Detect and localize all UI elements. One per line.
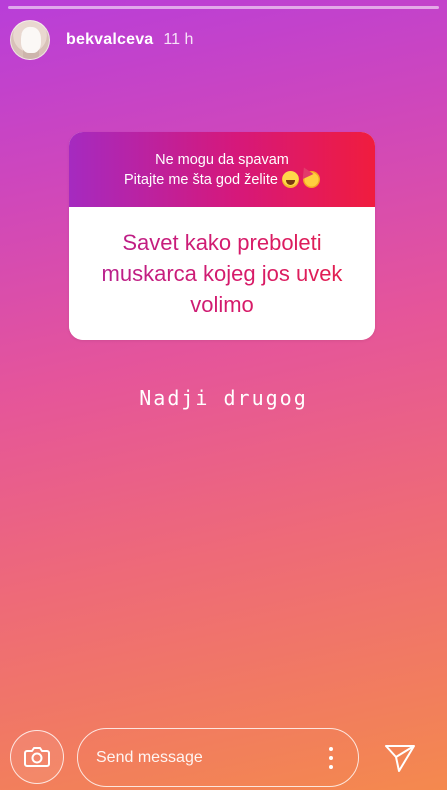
send-icon [385,745,415,772]
question-prompt-line2-row: Pitajte me šta god želite [124,170,320,190]
laughing-emoji-icon [281,171,299,188]
username[interactable]: bekvalceva [66,31,153,49]
avatar[interactable] [10,20,50,60]
question-sticker: Ne mogu da spavam Pitajte me šta god žel… [69,132,375,340]
post-time: 11 h [163,31,194,48]
camera-icon [24,747,50,767]
question-text: Savet kako preboleti muskarca kojeg jos … [89,227,355,320]
party-face-emoji-icon [302,171,320,188]
question-prompt-line2: Pitajte me šta god želite [124,171,278,188]
camera-button[interactable] [10,730,64,784]
story-header: bekvalceva 11 h [10,18,437,62]
more-vertical-icon[interactable] [328,746,334,769]
question-sticker-header: Ne mogu da spavam Pitajte me šta god žel… [69,132,375,207]
send-message-input[interactable]: Send message [77,728,359,787]
send-button[interactable] [380,740,420,776]
question-prompt-line1: Ne mogu da spavam [155,151,289,168]
answer-text: Nadji drugog [139,386,308,410]
send-message-placeholder: Send message [96,748,203,766]
question-sticker-body: Savet kako preboleti muskarca kojeg jos … [69,207,375,340]
story-progress-bar [8,6,439,9]
